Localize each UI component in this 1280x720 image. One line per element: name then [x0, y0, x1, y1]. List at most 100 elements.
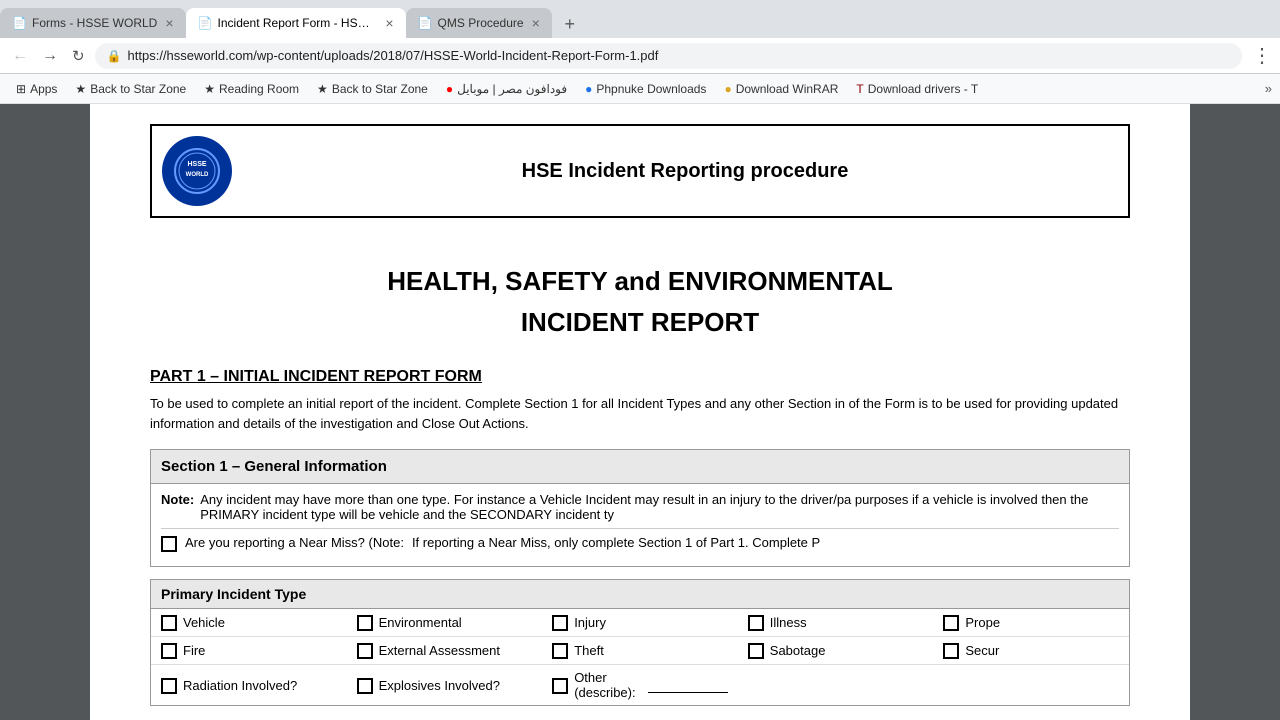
- section1-header: Section 1 – General Information: [151, 450, 1129, 484]
- back-button[interactable]: ←: [8, 43, 32, 69]
- incident-type-prope: Prope: [933, 609, 1129, 636]
- tab-title-1: Forms - HSSE WORLD: [32, 16, 157, 30]
- sabotage-label: Sabotage: [770, 643, 826, 658]
- incident-type-empty2: [933, 665, 1129, 705]
- incident-type-illness: Illness: [738, 609, 934, 636]
- other-label: Other (describe):: [574, 670, 642, 700]
- illness-checkbox[interactable]: [748, 615, 764, 631]
- tab-title-3: QMS Procedure: [438, 16, 524, 30]
- hsse-logo: HSSE WORLD: [162, 136, 232, 206]
- primary-incident-type-box: Primary Incident Type Vehicle Environmen…: [150, 579, 1130, 706]
- bookmark-apps[interactable]: ⊞ Apps: [8, 80, 65, 98]
- lock-icon: 🔒: [107, 49, 122, 63]
- section1-note-text: Any incident may have more than one type…: [200, 492, 1119, 522]
- near-miss-checkbox[interactable]: [161, 536, 177, 552]
- incident-type-radiation: Radiation Involved?: [151, 665, 347, 705]
- bookmark-winrar[interactable]: ● Download WinRAR: [716, 80, 846, 98]
- section1-box: Section 1 – General Information Note: An…: [150, 449, 1130, 567]
- prope-checkbox[interactable]: [943, 615, 959, 631]
- pdf-body: HEALTH, SAFETY and ENVIRONMENTAL INCIDEN…: [150, 226, 1130, 720]
- other-input[interactable]: [648, 677, 728, 693]
- bookmark-phpnuke-label: Phpnuke Downloads: [596, 82, 706, 96]
- vehicle-checkbox[interactable]: [161, 615, 177, 631]
- bookmark-vodafone[interactable]: ● فودافون مصر | موبايل: [438, 80, 575, 98]
- injury-checkbox[interactable]: [552, 615, 568, 631]
- pdf-header-title: HSE Incident Reporting procedure: [242, 160, 1128, 183]
- bookmark-download-drivers-label: Download drivers - T: [868, 82, 978, 96]
- pdf-header: HSSE WORLD HSE Incident Reporting proced…: [150, 124, 1130, 218]
- incident-type-row2: Fire External Assessment Theft Sabo: [151, 637, 1129, 665]
- tab-icon-3: 📄: [418, 16, 432, 30]
- radiation-checkbox[interactable]: [161, 678, 177, 694]
- bookmark-star-zone-2-label: Back to Star Zone: [332, 82, 428, 96]
- apps-icon: ⊞: [16, 82, 26, 96]
- page-content: HSSE WORLD HSE Incident Reporting proced…: [0, 104, 1280, 720]
- illness-label: Illness: [770, 615, 807, 630]
- secur-checkbox[interactable]: [943, 643, 959, 659]
- reading-room-icon: ★: [204, 82, 215, 96]
- browser-menu-button[interactable]: ⋮: [1252, 43, 1272, 68]
- bookmarks-overflow-button[interactable]: »: [1265, 81, 1272, 96]
- tab-forms-hsse[interactable]: 📄 Forms - HSSE WORLD ×: [0, 8, 186, 38]
- part1-heading: PART 1 – INITIAL INCIDENT REPORT FORM: [150, 368, 1130, 386]
- svg-text:WORLD: WORLD: [186, 172, 209, 178]
- section1-note-label: Note:: [161, 492, 194, 522]
- tab-close-1[interactable]: ×: [165, 15, 173, 31]
- forward-button[interactable]: →: [38, 43, 62, 69]
- vehicle-label: Vehicle: [183, 615, 225, 630]
- environmental-checkbox[interactable]: [357, 615, 373, 631]
- url-bar[interactable]: 🔒 https://hsseworld.com/wp-content/uploa…: [95, 43, 1242, 69]
- pdf-logo: HSSE WORLD: [152, 126, 242, 216]
- theft-checkbox[interactable]: [552, 643, 568, 659]
- bookmark-download-drivers[interactable]: T Download drivers - T: [848, 80, 986, 98]
- bookmark-star-zone-2[interactable]: ★ Back to Star Zone: [309, 80, 436, 98]
- prope-label: Prope: [965, 615, 1000, 630]
- star-zone-2-icon: ★: [317, 82, 328, 96]
- bookmark-star-zone-1[interactable]: ★ Back to Star Zone: [67, 80, 194, 98]
- tab-title-2: Incident Report Form - HSSE WO: [218, 16, 378, 30]
- incident-type-other: Other (describe):: [542, 665, 738, 705]
- address-bar: ← → ↻ 🔒 https://hsseworld.com/wp-content…: [0, 38, 1280, 74]
- reload-button[interactable]: ↻: [68, 43, 89, 69]
- injury-label: Injury: [574, 615, 606, 630]
- near-miss-label: Are you reporting a Near Miss? (Note:: [185, 535, 404, 550]
- star-zone-1-icon: ★: [75, 82, 86, 96]
- incident-type-explosives: Explosives Involved?: [347, 665, 543, 705]
- pdf-viewer: HSSE WORLD HSE Incident Reporting proced…: [90, 104, 1190, 720]
- fire-label: Fire: [183, 643, 205, 658]
- incident-type-vehicle: Vehicle: [151, 609, 347, 636]
- new-tab-button[interactable]: +: [556, 10, 584, 38]
- tab-close-2[interactable]: ×: [385, 15, 393, 31]
- explosives-label: Explosives Involved?: [379, 678, 500, 693]
- part1-rest: – INITIAL INCIDENT REPORT FORM: [206, 368, 482, 385]
- section1-body: Note: Any incident may have more than on…: [151, 484, 1129, 566]
- winrar-icon: ●: [724, 82, 731, 96]
- part1-description: To be used to complete an initial report…: [150, 394, 1130, 433]
- other-checkbox[interactable]: [552, 678, 568, 694]
- tab-qms[interactable]: 📄 QMS Procedure ×: [406, 8, 552, 38]
- incident-type-secur: Secur: [933, 637, 1129, 664]
- bookmark-winrar-label: Download WinRAR: [736, 82, 839, 96]
- main-title-line2: INCIDENT REPORT: [150, 307, 1130, 338]
- bookmark-star-zone-1-label: Back to Star Zone: [90, 82, 186, 96]
- sabotage-checkbox[interactable]: [748, 643, 764, 659]
- url-text: https://hsseworld.com/wp-content/uploads…: [128, 48, 1230, 63]
- svg-text:HSSE: HSSE: [187, 161, 206, 168]
- external-label: External Assessment: [379, 643, 500, 658]
- part1-label: PART 1: [150, 368, 206, 385]
- phpnuke-icon: ●: [585, 82, 592, 96]
- tab-close-3[interactable]: ×: [532, 15, 540, 31]
- tab-incident-report[interactable]: 📄 Incident Report Form - HSSE WO ×: [186, 8, 406, 38]
- bookmark-phpnuke[interactable]: ● Phpnuke Downloads: [577, 80, 714, 98]
- incident-type-sabotage: Sabotage: [738, 637, 934, 664]
- download-drivers-icon: T: [856, 82, 863, 96]
- fire-checkbox[interactable]: [161, 643, 177, 659]
- bookmarks-bar: ⊞ Apps ★ Back to Star Zone ★ Reading Roo…: [0, 74, 1280, 104]
- explosives-checkbox[interactable]: [357, 678, 373, 694]
- hsse-logo-svg: HSSE WORLD: [172, 146, 222, 196]
- external-checkbox[interactable]: [357, 643, 373, 659]
- tab-icon-1: 📄: [12, 16, 26, 30]
- secur-label: Secur: [965, 643, 999, 658]
- primary-type-header: Primary Incident Type: [151, 580, 1129, 609]
- bookmark-reading-room[interactable]: ★ Reading Room: [196, 80, 307, 98]
